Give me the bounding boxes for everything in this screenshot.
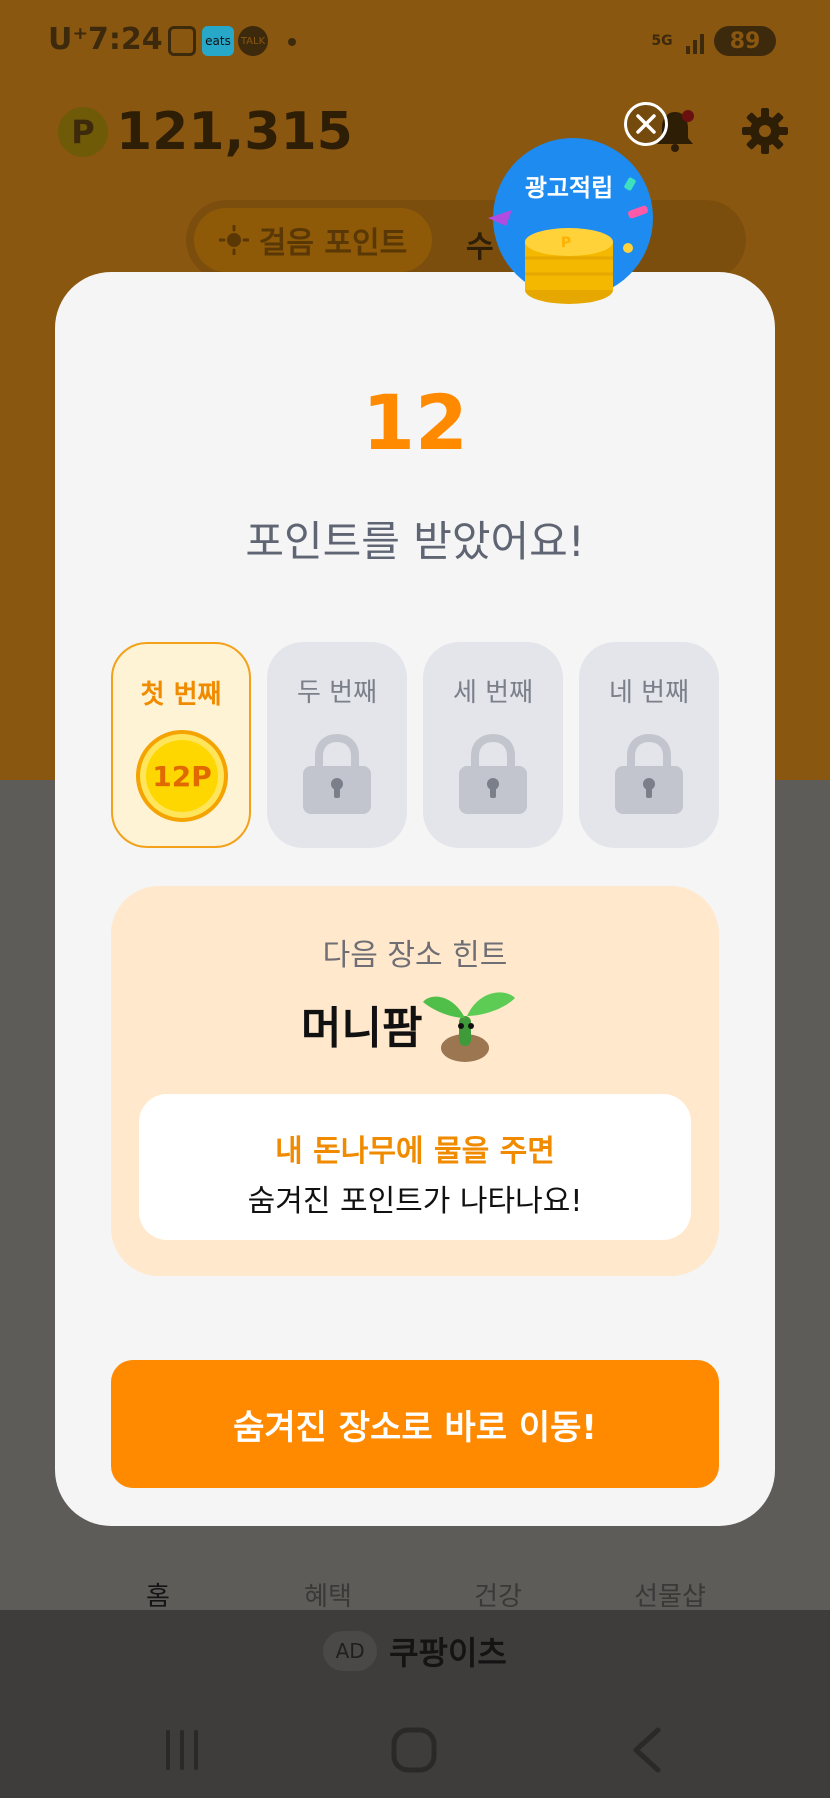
hint-body-text: 숨겨진 포인트가 나타나요! <box>247 1184 583 1219</box>
points-summary: P 121,315 <box>58 100 353 164</box>
eats-app-icon: eats <box>202 26 234 56</box>
reward-coin-icon: 12P <box>136 730 228 822</box>
sprout-icon <box>423 992 515 1062</box>
lock-icon <box>303 733 371 814</box>
point-coin-icon: P <box>58 107 108 157</box>
lock-icon <box>459 733 527 814</box>
gear-icon[interactable] <box>740 106 790 156</box>
nav-item-home[interactable]: 홈 <box>98 1576 218 1613</box>
ad-reward-badge-label: 광고적립 <box>525 174 613 202</box>
bottom-navigation: 홈 혜택 건강 선물샵 <box>0 1520 830 1620</box>
home-button-icon[interactable] <box>386 1722 442 1778</box>
hint-place-name: 머니팜 <box>301 1003 423 1054</box>
points-value: 121,315 <box>116 102 353 162</box>
status-bar: U⁺ 7:24 eats TALK 5G 89 <box>0 0 830 80</box>
slot-label: 네 번째 <box>608 678 690 708</box>
ad-text: 쿠팡이츠 <box>389 1634 507 1672</box>
ad-reward-badge-icon: 광고적립 P <box>488 138 653 304</box>
close-modal-button[interactable] <box>624 102 668 146</box>
hint-label: 다음 장소 힌트 <box>322 938 508 973</box>
lock-icon <box>615 733 683 814</box>
hint-highlight-text: 내 돈나무에 물을 주면 <box>275 1134 555 1169</box>
screenshot-icon <box>168 26 196 56</box>
slot-label: 첫 번째 <box>140 680 222 710</box>
tab-walk-points[interactable]: 걸음 포인트 <box>194 208 432 272</box>
ad-banner[interactable]: AD 쿠팡이츠 <box>0 1610 830 1692</box>
nav-item-gift-shop[interactable]: 선물샵 <box>610 1576 730 1613</box>
nav-item-health[interactable]: 건강 <box>438 1576 558 1613</box>
close-icon <box>636 114 656 134</box>
nav-item-benefits[interactable]: 혜택 <box>268 1576 388 1613</box>
talk-app-icon: TALK <box>238 26 268 56</box>
reward-modal: 12 포인트를 받았어요! 첫 번째 12P 두 번째 세 번째 네 번째 다음… <box>55 272 775 1526</box>
back-icon[interactable] <box>620 1722 676 1778</box>
hint-message-box: 내 돈나무에 물을 주면 숨겨진 포인트가 나타나요! <box>139 1094 691 1240</box>
sun-icon <box>218 225 249 255</box>
slot-first[interactable]: 첫 번째 12P <box>111 642 251 848</box>
slot-label: 세 번째 <box>452 678 534 708</box>
carrier-label: U⁺ <box>48 22 89 57</box>
slot-second[interactable]: 두 번째 <box>267 642 407 848</box>
status-time: 7:24 <box>88 22 163 57</box>
reward-count: 12 <box>362 378 468 467</box>
ad-badge: AD <box>323 1631 378 1671</box>
network-5g-icon: 5G <box>651 33 673 49</box>
svg-text:P: P <box>561 235 571 251</box>
next-place-hint: 다음 장소 힌트 머니팜 내 돈나무에 물을 주면 숨겨진 포인트가 나타나요! <box>111 886 719 1276</box>
go-to-hidden-place-button[interactable]: 숨겨진 장소로 바로 이동! <box>111 1360 719 1488</box>
slot-label: 두 번째 <box>296 678 378 708</box>
signal-icon <box>686 34 704 54</box>
tab-walk-points-label: 걸음 포인트 <box>258 226 408 261</box>
notification-dot-icon <box>288 38 296 46</box>
system-navigation-bar <box>0 1700 830 1798</box>
reward-slots: 첫 번째 12P 두 번째 세 번째 네 번째 <box>111 642 719 848</box>
recent-apps-icon[interactable] <box>154 1722 210 1778</box>
reward-headline: 포인트를 받았어요! <box>245 517 585 566</box>
battery-icon: 89 <box>714 26 776 56</box>
slot-third[interactable]: 세 번째 <box>423 642 563 848</box>
slot-fourth[interactable]: 네 번째 <box>579 642 719 848</box>
